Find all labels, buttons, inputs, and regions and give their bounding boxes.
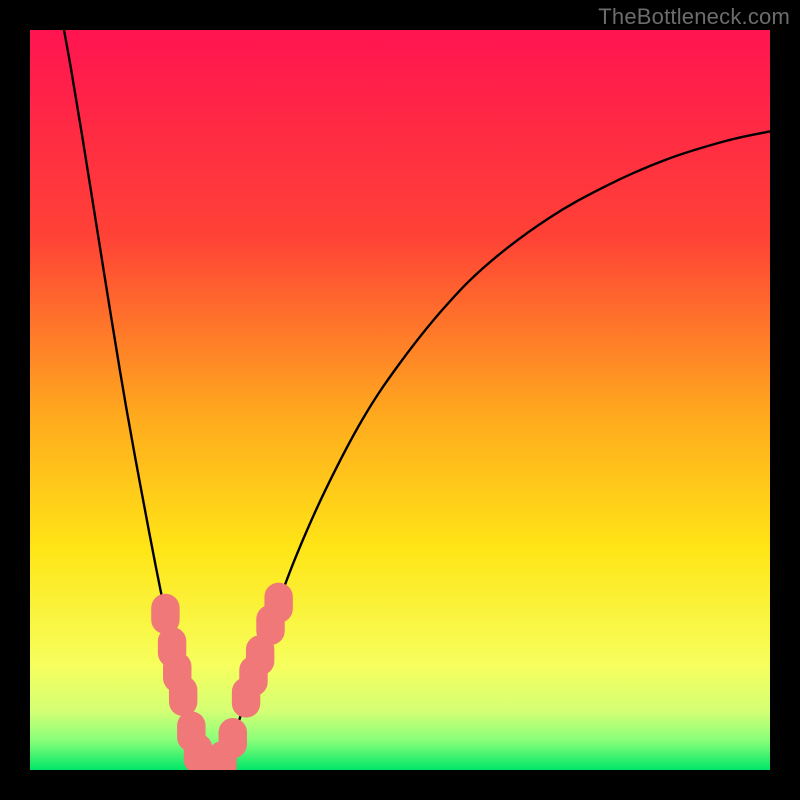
chart-background [30, 30, 770, 770]
data-marker [264, 583, 292, 623]
chart-svg [30, 30, 770, 770]
data-marker [219, 718, 247, 758]
chart-plot-area [30, 30, 770, 770]
data-marker [169, 676, 197, 716]
watermark-text: TheBottleneck.com [598, 4, 790, 30]
chart-frame: TheBottleneck.com [0, 0, 800, 800]
